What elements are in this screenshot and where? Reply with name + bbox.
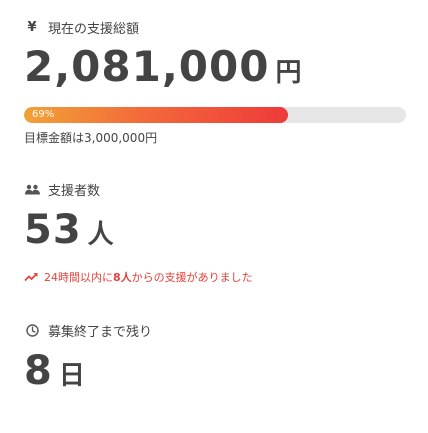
funding-label: 現在の支援総額: [48, 21, 140, 37]
progress-percent: 69%: [32, 109, 55, 120]
deadline-label: 募集終了まで残り: [48, 324, 153, 340]
recent-supporters-notice: 24時間以内に 8人 からの支援がありました: [24, 269, 408, 285]
progress-bar-fill: [24, 107, 288, 123]
deadline-label-row: 募集終了まで残り: [24, 321, 408, 340]
deadline-count-row: 8 日: [24, 351, 408, 391]
funding-unit: 円: [275, 58, 302, 88]
people-icon: [24, 184, 40, 195]
goal-amount: 目標金額は3,000,000円: [24, 131, 158, 145]
progress-bar: 69%: [24, 107, 406, 123]
supporters-label-row: 支援者数: [24, 180, 408, 199]
funding-amount-row: 2,081,000 円: [24, 46, 408, 88]
recent-suffix: からの支援がありました: [131, 271, 253, 284]
trend-up-icon: [24, 272, 40, 282]
funding-label-row: ¥ 現在の支援総額: [24, 18, 408, 37]
deadline-unit: 日: [58, 361, 85, 391]
recent-prefix: 24時間以内に: [44, 271, 113, 284]
recent-count: 8人: [113, 271, 132, 284]
supporters-section: 支援者数 53 人 24時間以内に 8人 からの支援がありました: [24, 180, 408, 285]
supporters-count: 53: [24, 207, 82, 253]
project-stats-panel: ¥ 現在の支援総額 2,081,000 円 69% 目標金額は3,000,000…: [0, 0, 428, 433]
clock-icon: [24, 323, 40, 337]
yen-icon: ¥: [27, 19, 37, 35]
funding-amount: 2,081,000: [24, 42, 270, 91]
supporters-label: 支援者数: [48, 183, 101, 199]
deadline-section: 募集終了まで残り 8 日: [24, 321, 408, 391]
supporters-count-row: 53 人: [24, 210, 408, 250]
deadline-count: 8: [24, 348, 53, 394]
supporters-unit: 人: [87, 220, 114, 250]
funding-section: ¥ 現在の支援総額 2,081,000 円 69% 目標金額は3,000,000…: [24, 18, 408, 146]
